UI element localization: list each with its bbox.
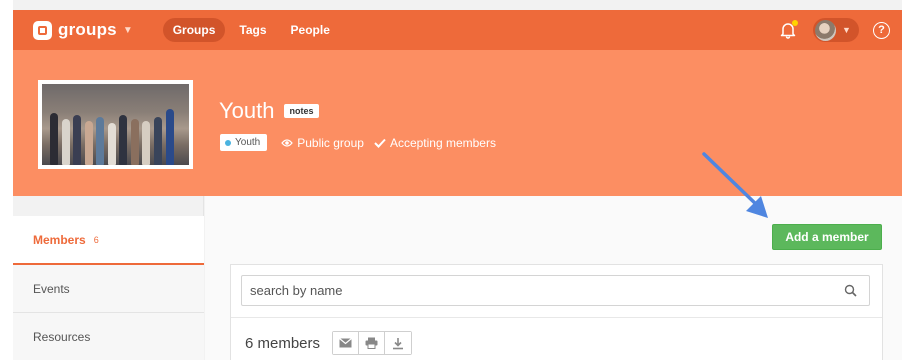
- checkmark-icon: [374, 138, 386, 148]
- export-actions: [332, 331, 413, 355]
- sidebar-spacer: [13, 196, 204, 216]
- sidebar-item-resources[interactable]: Resources: [13, 313, 204, 360]
- app-switcher[interactable]: groups ▼: [33, 20, 133, 40]
- email-members-button[interactable]: [333, 332, 360, 354]
- chevron-down-icon: ▼: [122, 24, 133, 36]
- sidebar-item-label: Resources: [33, 329, 91, 344]
- add-member-button[interactable]: Add a member: [772, 224, 882, 250]
- groups-logo-icon: [33, 20, 52, 40]
- print-icon: [365, 337, 378, 349]
- top-nav: groups ▼ Groups Tags People ▼ ?: [13, 10, 902, 50]
- sidebar-item-members[interactable]: Members 6: [13, 216, 204, 265]
- group-tag[interactable]: Youth: [220, 134, 268, 151]
- tab-people[interactable]: People: [281, 18, 340, 42]
- nav-tabs: Groups Tags People: [162, 18, 344, 42]
- members-count: 6 members: [245, 334, 321, 352]
- user-menu[interactable]: ▼: [813, 18, 859, 42]
- members-count-badge: 6: [93, 234, 99, 245]
- group-photo[interactable]: [38, 80, 193, 169]
- search-input[interactable]: [242, 283, 844, 298]
- annotation-arrow: [702, 152, 768, 218]
- membership-status: Accepting members: [374, 136, 496, 150]
- members-toolbar: 6 members: [245, 331, 413, 355]
- membership-label: Accepting members: [389, 135, 496, 150]
- app-name: groups: [58, 20, 117, 39]
- chevron-down-icon: ▼: [842, 25, 851, 35]
- search-box: [241, 275, 870, 306]
- download-icon: [393, 337, 404, 349]
- search-icon[interactable]: [844, 284, 857, 297]
- group-title-row: Youth notes: [219, 98, 319, 124]
- left-margin: [0, 0, 13, 360]
- group-tag-label: Youth: [235, 137, 261, 148]
- right-margin: [902, 0, 912, 360]
- sidebar-item-label: Members: [33, 232, 86, 247]
- app-window: groups ▼ Groups Tags People ▼ ? Youth no…: [0, 0, 912, 360]
- tab-tags[interactable]: Tags: [229, 18, 276, 42]
- group-photo-image: [42, 84, 189, 165]
- main-content: Add a member 6 members: [205, 196, 902, 360]
- eye-icon: [281, 138, 294, 148]
- bell-icon[interactable]: [779, 20, 798, 39]
- members-panel: 6 members: [230, 264, 883, 360]
- notification-dot: [792, 20, 798, 26]
- print-members-button[interactable]: [359, 332, 386, 354]
- nav-right: ▼ ?: [779, 18, 890, 42]
- sidebar-item-events[interactable]: Events: [13, 265, 204, 313]
- panel-divider: [231, 317, 882, 318]
- avatar: [815, 19, 836, 41]
- help-icon[interactable]: ?: [873, 21, 890, 39]
- visibility-label: Public group: [297, 135, 364, 150]
- page-title: Youth: [219, 98, 275, 123]
- notes-badge[interactable]: notes: [284, 104, 319, 118]
- email-icon: [339, 338, 352, 348]
- tab-groups[interactable]: Groups: [162, 18, 226, 42]
- sidebar: Members 6 Events Resources: [13, 216, 204, 360]
- tag-color-dot: [225, 139, 231, 146]
- visibility-status: Public group: [281, 136, 364, 150]
- download-members-button[interactable]: [385, 332, 412, 354]
- group-meta: Youth Public group Accepting members: [220, 134, 506, 151]
- sidebar-item-label: Events: [33, 281, 70, 296]
